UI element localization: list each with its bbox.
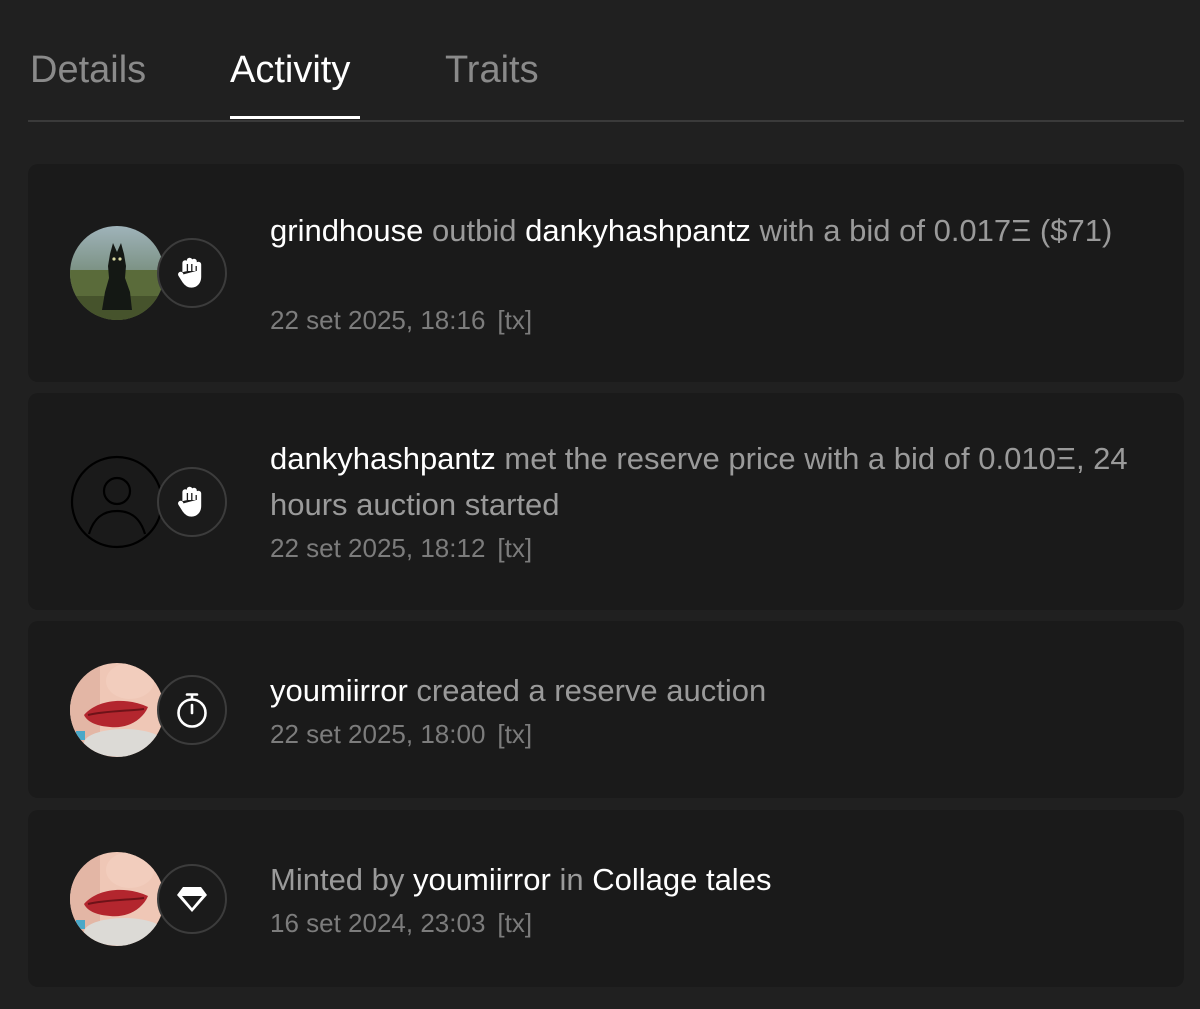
target-user-link[interactable]: dankyhashpantz bbox=[525, 213, 751, 248]
activity-text: Minted by youmiirror in Collage tales bbox=[270, 857, 1150, 903]
tab-activity[interactable]: Activity bbox=[230, 46, 350, 94]
avatar-dankyhashpantz[interactable] bbox=[70, 455, 164, 549]
stopwatch-icon bbox=[177, 693, 207, 728]
tx-link[interactable]: [tx] bbox=[497, 719, 532, 749]
bid-badge bbox=[157, 238, 227, 308]
activity-verb: outbid bbox=[432, 213, 517, 248]
hand-icon bbox=[178, 257, 202, 288]
auction-badge bbox=[157, 675, 227, 745]
lips-avatar-image bbox=[70, 663, 164, 757]
avatar-youmiirror[interactable] bbox=[70, 663, 164, 757]
user-link[interactable]: youmiirror bbox=[413, 862, 551, 897]
activity-meta: 22 set 2025, 18:16 [tx] bbox=[270, 303, 532, 337]
activity-detail: created a reserve auction bbox=[416, 673, 767, 708]
activity-date: 22 set 2025, 18:12 bbox=[270, 533, 486, 563]
tx-link[interactable]: [tx] bbox=[497, 533, 532, 563]
tab-bar: Details Activity Traits bbox=[28, 0, 1184, 122]
tx-link[interactable]: [tx] bbox=[497, 305, 532, 335]
activity-date: 22 set 2025, 18:16 bbox=[270, 305, 486, 335]
tab-details[interactable]: Details bbox=[30, 46, 146, 94]
tx-link[interactable]: [tx] bbox=[497, 908, 532, 938]
activity-item-auction-created: youmiirror created a reserve auction 22 … bbox=[28, 621, 1184, 798]
user-link[interactable]: dankyhashpantz bbox=[270, 441, 496, 476]
diamond-icon bbox=[177, 887, 207, 912]
activity-connector: in bbox=[559, 862, 584, 897]
tab-traits[interactable]: Traits bbox=[445, 46, 539, 94]
activity-text: grindhouse outbid dankyhashpantz with a … bbox=[270, 208, 1150, 254]
activity-date: 16 set 2024, 23:03 bbox=[270, 908, 486, 938]
user-link[interactable]: youmiirror bbox=[270, 673, 408, 708]
hand-icon bbox=[178, 486, 202, 517]
active-tab-indicator bbox=[230, 116, 360, 119]
mint-badge bbox=[157, 864, 227, 934]
default-user-icon bbox=[70, 455, 164, 549]
activity-meta: 22 set 2025, 18:00 [tx] bbox=[270, 717, 532, 751]
activity-detail: with a bid of 0.017Ξ ($71) bbox=[759, 213, 1113, 248]
avatar-youmiirror[interactable] bbox=[70, 852, 164, 946]
activity-date: 22 set 2025, 18:00 bbox=[270, 719, 486, 749]
activity-meta: 22 set 2025, 18:12 [tx] bbox=[270, 531, 532, 565]
activity-text: dankyhashpantz met the reserve price wit… bbox=[270, 436, 1150, 528]
bid-badge bbox=[157, 467, 227, 537]
activity-meta: 16 set 2024, 23:03 [tx] bbox=[270, 906, 532, 940]
activity-item-outbid: grindhouse outbid dankyhashpantz with a … bbox=[28, 164, 1184, 382]
activity-item-reserve-met: dankyhashpantz met the reserve price wit… bbox=[28, 393, 1184, 610]
activity-item-minted: Minted by youmiirror in Collage tales 16… bbox=[28, 810, 1184, 987]
collection-link[interactable]: Collage tales bbox=[592, 862, 771, 897]
activity-text: youmiirror created a reserve auction bbox=[270, 668, 1150, 714]
avatar-grindhouse[interactable] bbox=[70, 226, 164, 320]
activity-prefix: Minted by bbox=[270, 862, 405, 897]
dog-avatar-image bbox=[70, 226, 164, 320]
lips-avatar-image bbox=[70, 852, 164, 946]
user-link[interactable]: grindhouse bbox=[270, 213, 423, 248]
